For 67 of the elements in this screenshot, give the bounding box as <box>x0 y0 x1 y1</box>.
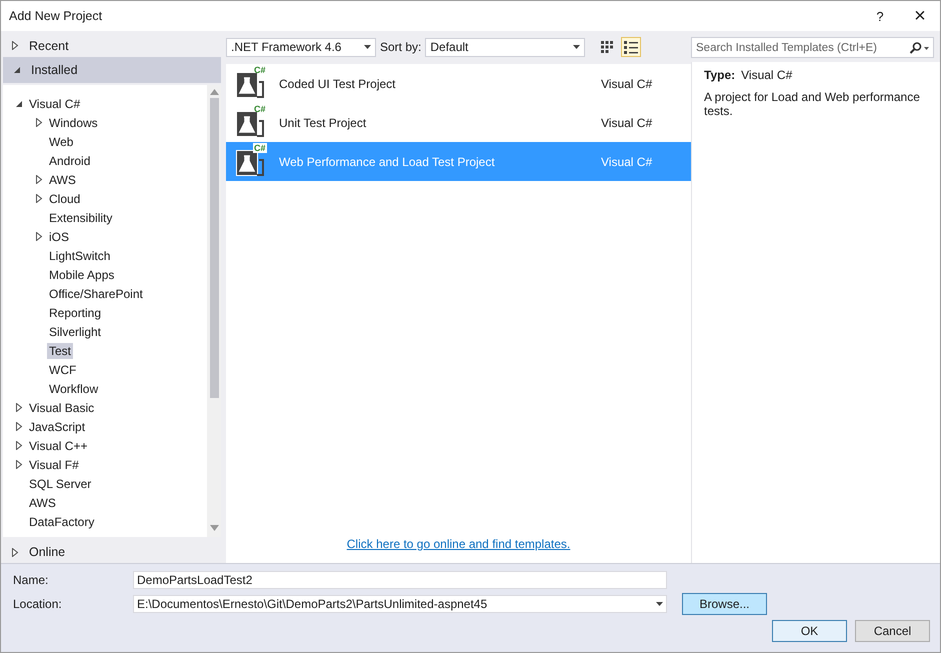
location-dropdown[interactable]: E:\Documentos\Ernesto\Git\DemoParts2\PartsUnlimited-aspnet45 <box>133 595 667 613</box>
tree-item[interactable]: Visual C# <box>27 96 82 112</box>
caret-icon <box>364 45 371 49</box>
sort-dropdown[interactable]: Default <box>425 38 586 56</box>
tree-item[interactable]: DataFactory <box>27 514 96 530</box>
collapsed-arrow-icon[interactable] <box>35 194 43 203</box>
expanded-arrow-icon <box>13 66 21 74</box>
sort-label: Sort by: <box>380 40 422 54</box>
section-header[interactable]: Installed <box>3 57 221 83</box>
template-item[interactable]: C# Unit Test Project Visual C# <box>226 103 691 142</box>
scrollbar[interactable] <box>207 85 221 537</box>
template-item[interactable]: C# Coded UI Test Project Visual C# <box>226 64 691 103</box>
collapsed-arrow-icon <box>11 548 19 556</box>
tree-item[interactable]: Cloud <box>47 190 82 206</box>
scroll-down-icon <box>210 525 218 531</box>
tree-item[interactable]: Mobile Apps <box>47 266 116 282</box>
tree-item[interactable]: Silverlight <box>47 324 104 340</box>
type-value: Visual C# <box>741 68 792 82</box>
collapsed-arrow-icon[interactable] <box>15 460 23 469</box>
browse-button[interactable]: Browse... <box>682 593 767 615</box>
tree-item[interactable]: iOS <box>47 228 72 244</box>
collapsed-arrow-icon <box>11 41 19 50</box>
tree-item[interactable]: SQL Server <box>27 476 94 492</box>
tree-item[interactable]: Workflow <box>47 380 100 396</box>
framework-dropdown[interactable]: .NET Framework 4.6 <box>226 38 376 56</box>
tree-item[interactable]: AWS <box>47 172 78 188</box>
collapsed-arrow-icon[interactable] <box>15 403 23 412</box>
search-field[interactable]: Search Installed Templates (Ctrl+E) <box>691 37 934 58</box>
collapsed-arrow-icon[interactable] <box>35 175 43 184</box>
search-icon <box>909 42 929 54</box>
ok-button[interactable]: OK <box>772 620 847 642</box>
scroll-up-icon <box>210 89 218 95</box>
expanded-arrow-icon[interactable] <box>15 100 23 108</box>
online-templates-link[interactable]: Click here to go online and find templates. <box>346 537 570 551</box>
name-field[interactable]: DemoPartsLoadTest2 <box>133 571 667 589</box>
type-label: Type: <box>704 68 736 82</box>
collapsed-arrow-icon[interactable] <box>15 422 23 431</box>
tree-item[interactable]: JavaScript <box>27 418 88 434</box>
tree-item[interactable]: Reporting <box>47 304 104 320</box>
template-description: A project for Load and Web performance tests. <box>704 90 921 118</box>
caret-icon <box>656 602 663 606</box>
tree-item[interactable]: Windows <box>47 114 100 130</box>
tree-item[interactable]: Web <box>47 134 76 150</box>
tree-item[interactable]: Visual Basic <box>27 400 96 416</box>
section-header[interactable]: Online <box>1 541 221 563</box>
close-button[interactable]: × <box>900 4 940 28</box>
tree-item[interactable]: AWS <box>27 494 58 510</box>
collapsed-arrow-icon[interactable] <box>35 232 43 241</box>
tree-item[interactable]: Android <box>47 152 92 168</box>
name-label: Name: <box>13 573 50 587</box>
template-item[interactable]: C# Web Performance and Load Test Project Visual C# <box>226 142 691 181</box>
location-label: Location: <box>13 597 63 611</box>
tree-item[interactable]: Test <box>47 342 74 358</box>
tree-item[interactable]: Visual C++ <box>27 438 90 454</box>
window-title: Add New Project <box>9 9 104 23</box>
tree-item[interactable]: LightSwitch <box>47 248 112 264</box>
help-button[interactable]: ? <box>860 8 900 24</box>
tree-item[interactable]: Extensibility <box>47 210 114 226</box>
tree-item[interactable]: Office/SharePoint <box>47 286 145 302</box>
list-view-button[interactable] <box>621 37 642 57</box>
section-header[interactable]: Recent <box>1 36 221 55</box>
collapsed-arrow-icon[interactable] <box>35 118 43 127</box>
collapsed-arrow-icon[interactable] <box>15 441 23 450</box>
cancel-button[interactable]: Cancel <box>855 620 930 642</box>
tree-item[interactable]: Visual F# <box>27 456 81 472</box>
tree-item[interactable]: WCF <box>47 362 78 378</box>
caret-icon <box>573 45 580 49</box>
